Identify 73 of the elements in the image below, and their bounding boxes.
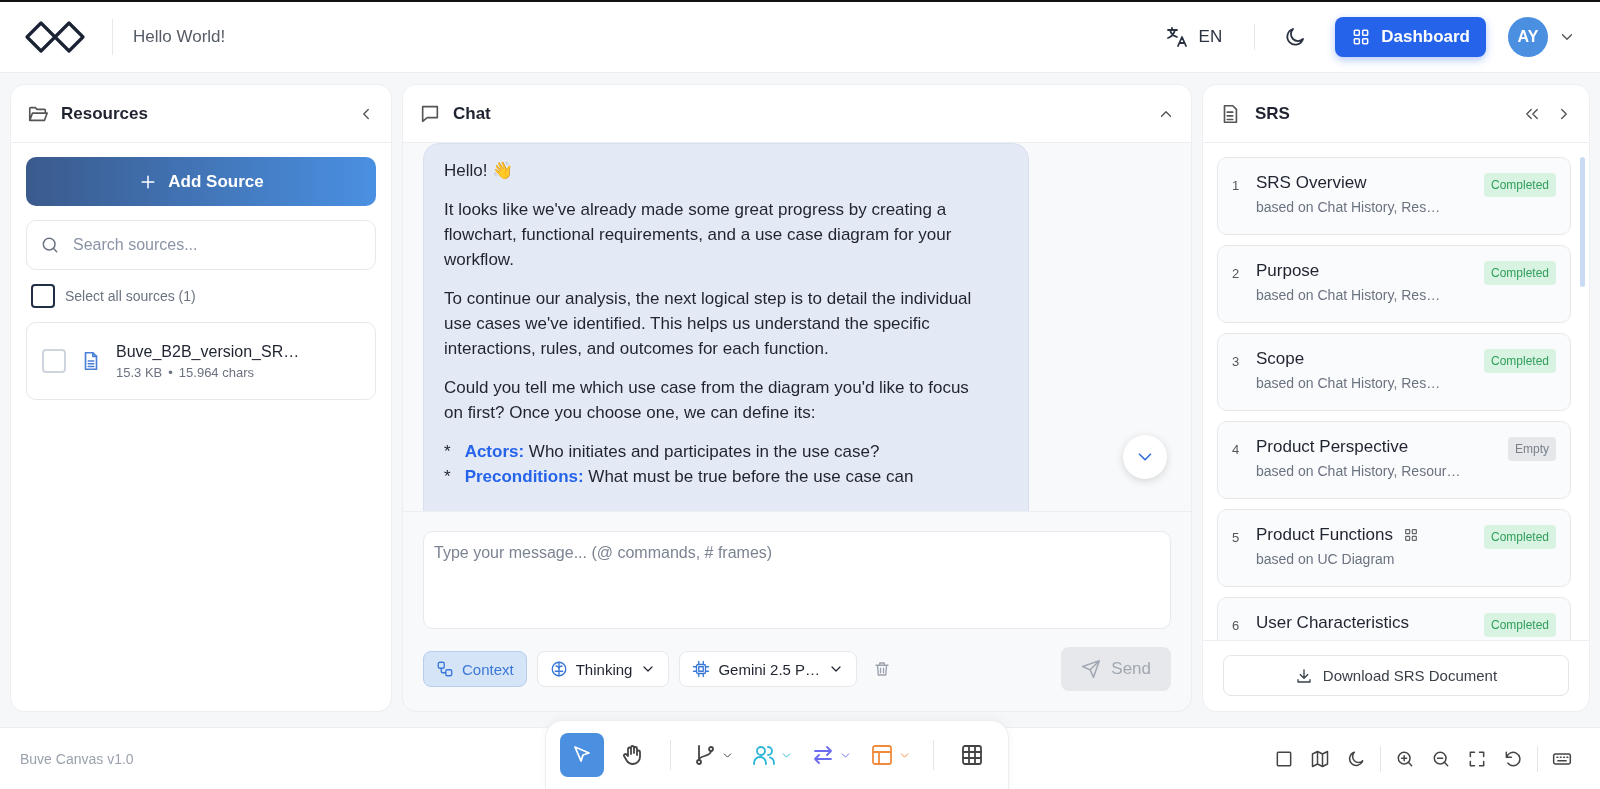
search-field[interactable]: Search sources...: [26, 220, 376, 270]
message-input[interactable]: Type your message... (@ commands, # frames): [423, 531, 1171, 629]
branch-icon: [693, 743, 717, 767]
section-number: 1: [1232, 177, 1241, 195]
bullet-text: Actors: Who initiates and participates in the use case?: [464, 441, 880, 463]
status-badge: Completed: [1483, 525, 1556, 549]
translate-icon: [1164, 25, 1189, 49]
panel-title: SRS: [1255, 103, 1291, 124]
section-source: based on UC Diagram: [1256, 551, 1396, 567]
page-title: Hello World!: [112, 19, 226, 55]
panel-title: Chat: [453, 103, 492, 124]
status-badge: Completed: [1483, 349, 1556, 373]
section-title: Scope: [1256, 349, 1305, 369]
message-paragraph: Hello! 👋: [444, 160, 515, 182]
download-icon: [1294, 666, 1313, 685]
srs-section-card[interactable]: 5 Product Functions based on UC Diagram Completed: [1217, 509, 1571, 587]
send-icon: [1081, 659, 1102, 679]
section-title: Product Perspective: [1256, 437, 1409, 457]
bullet-marker: *: [444, 466, 451, 488]
srs-section-card[interactable]: 4 Product Perspective based on Chat History, Resour… Empty: [1217, 421, 1571, 499]
swap-arrows-icon: [811, 743, 835, 767]
map-icon[interactable]: [1310, 748, 1330, 769]
section-title: User Characteristics: [1256, 613, 1410, 633]
message-paragraph: It looks like we've already made some great progress by creating a flowchart, functional requirements, and a use case diagram for your workflow.: [444, 199, 953, 271]
language-selector[interactable]: EN: [1158, 24, 1256, 50]
status-badge: Completed: [1483, 613, 1556, 637]
panel-title: Resources: [61, 103, 149, 124]
status-badge: Empty: [1508, 437, 1556, 461]
section-title: Purpose: [1256, 261, 1320, 281]
download-button[interactable]: Download SRS Document: [1223, 655, 1569, 696]
grid-icon: [1403, 527, 1419, 543]
section-number: 5: [1232, 529, 1241, 547]
file-size: 15.3 KB: [116, 364, 163, 380]
dashboard-button[interactable]: Dashboard: [1335, 17, 1486, 57]
source-file-card[interactable]: Buve_B2B_version_SR… 15.3 KB • 15.964 chars: [26, 322, 376, 400]
file-name: Buve_B2B_version_SR…: [116, 342, 300, 361]
model-dropdown[interactable]: Gemini 2.5 P…: [679, 651, 858, 687]
section-source: based on Chat History, Res…: [1256, 287, 1442, 303]
section-number: 4: [1232, 441, 1241, 459]
select-all-label: Select all sources (1): [65, 288, 196, 304]
srs-section-card[interactable]: 6 User Characteristics Completed: [1217, 597, 1571, 640]
srs-section-card[interactable]: 2 Purpose based on Chat History, Res… Completed: [1217, 245, 1571, 323]
context-icon: [436, 660, 454, 678]
section-source: based on Chat History, Resour…: [1256, 463, 1462, 479]
add-source-button[interactable]: Add Source: [26, 157, 376, 206]
bullet-marker: *: [444, 441, 451, 463]
checkbox[interactable]: [31, 284, 55, 308]
bullet-text: Preconditions: What must be true before the use case can: [464, 466, 914, 488]
scrollbar[interactable]: [1580, 157, 1585, 287]
table-icon: [960, 743, 984, 767]
search-icon: [40, 235, 60, 255]
hand-icon: [620, 743, 644, 767]
section-title: SRS Overview: [1256, 173, 1367, 193]
status-badge: Completed: [1483, 173, 1556, 197]
chip-icon: [692, 660, 711, 678]
brain-icon: [549, 660, 568, 678]
srs-section-card[interactable]: 1 SRS Overview based on Chat History, Res… Completed: [1217, 157, 1571, 235]
users-icon: [752, 743, 776, 767]
section-source: based on Chat History, Res…: [1256, 375, 1442, 391]
section-source: based on Chat History, Res…: [1256, 199, 1442, 215]
dot-separator: •: [168, 364, 173, 380]
thinking-dropdown[interactable]: Thinking: [536, 651, 670, 687]
version-label: Buve Canvas v1.0: [20, 750, 134, 767]
status-badge: Completed: [1483, 261, 1556, 285]
message-paragraph: Could you tell me which use case from the diagram you'd like to focus on first? Once you choose one, we can define its:: [444, 377, 970, 424]
section-number: 2: [1232, 265, 1241, 283]
layout-icon: [870, 743, 894, 767]
section-number: 6: [1232, 617, 1241, 635]
char-count: 15.964 chars: [178, 364, 254, 380]
section-number: 3: [1232, 353, 1241, 371]
srs-section-card[interactable]: 3 Scope based on Chat History, Res… Completed: [1217, 333, 1571, 411]
section-title: Product Functions: [1256, 525, 1393, 545]
message-paragraph: To continue our analysis, the next logical step is to detail the individual use cases we've identified. This helps us understand the specific interactions, rules, and outcomes for each function.: [444, 288, 973, 360]
